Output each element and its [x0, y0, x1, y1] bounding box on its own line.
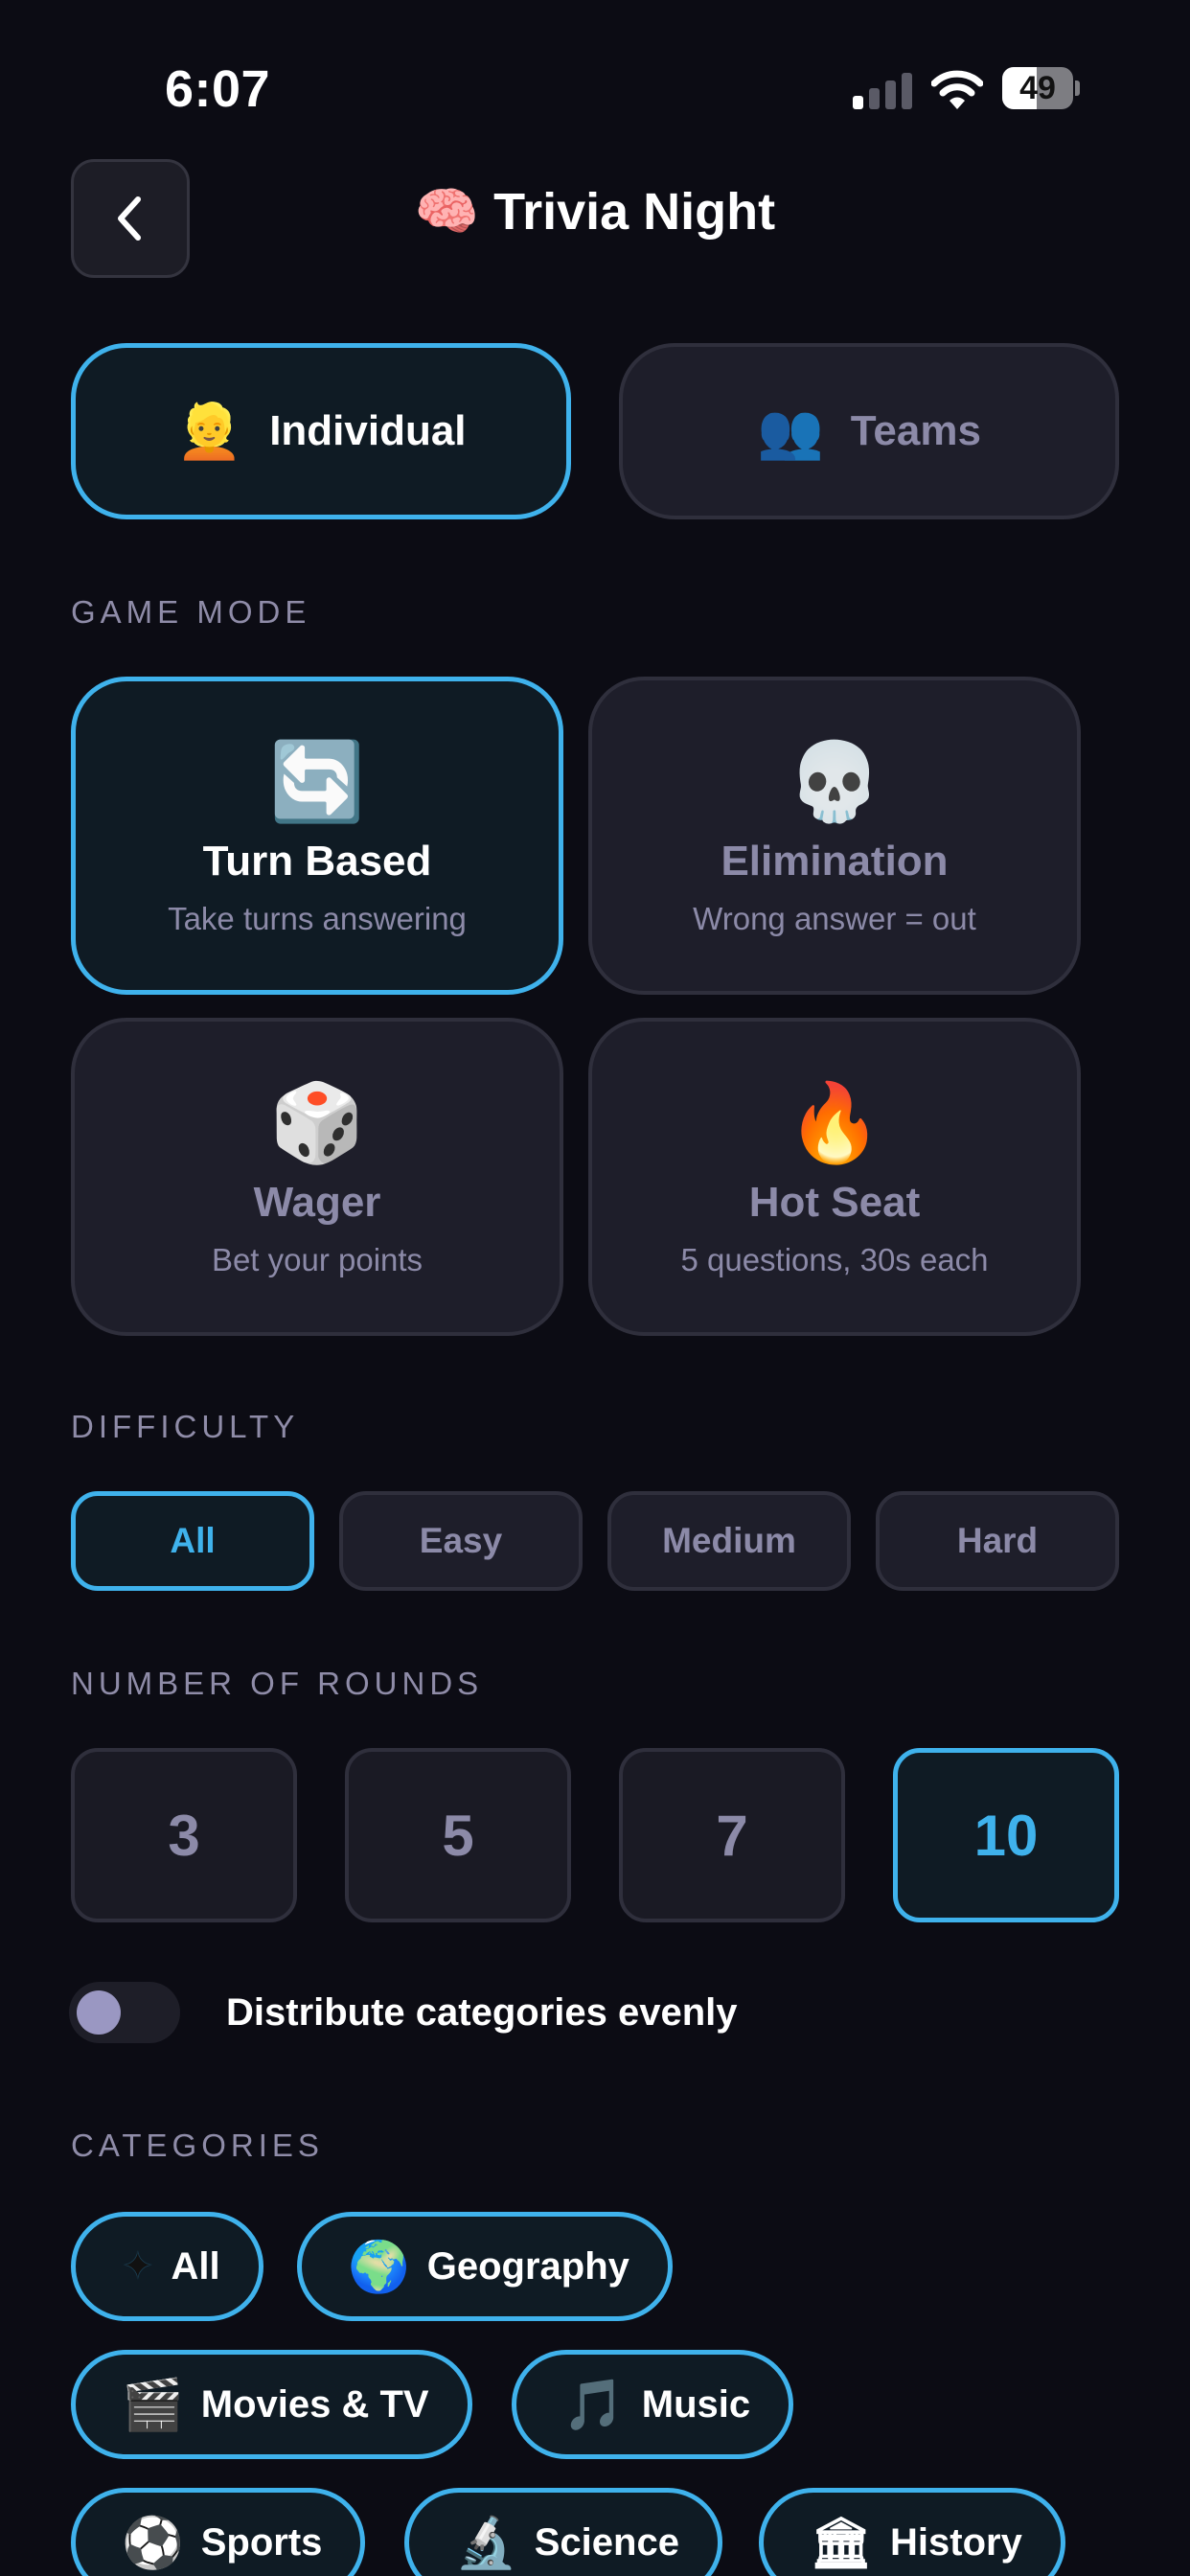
difficulty-medium[interactable]: Medium	[607, 1491, 851, 1591]
category-chip-geography[interactable]: 🌍 Geography	[297, 2212, 673, 2321]
difficulty-label: DIFFICULTY	[71, 1409, 300, 1444]
categories-label: CATEGORIES	[71, 2128, 324, 2163]
category-chip-label: All	[171, 2244, 220, 2288]
battery-percent: 49	[1019, 70, 1056, 106]
category-chip-label: Sports	[200, 2520, 323, 2564]
category-chip-sports[interactable]: ⚽ Sports	[71, 2488, 366, 2576]
wifi-icon	[930, 69, 984, 111]
game-mode-desc: Bet your points	[211, 1242, 423, 1277]
category-chip-label: Movies & TV	[200, 2382, 429, 2426]
person-icon: 👱	[175, 401, 243, 461]
rounds-label: NUMBER OF ROUNDS	[71, 1666, 484, 1701]
game-mode-elimination[interactable]: 💀 Elimination Wrong answer = out	[588, 677, 1081, 995]
category-chip-music[interactable]: 🎵 Music	[512, 2350, 794, 2459]
skull-icon: 💀	[787, 739, 882, 824]
rounds-option-3[interactable]: 3	[71, 1748, 297, 1922]
category-chip-label: Science	[534, 2520, 679, 2564]
battery-icon: 49	[1002, 67, 1080, 109]
page-title: 🧠 Trivia Night	[414, 183, 776, 241]
sparkle-icon: ✦	[122, 2245, 154, 2288]
difficulty-hard[interactable]: Hard	[876, 1491, 1119, 1591]
soccer-ball-icon: ⚽	[122, 2515, 184, 2571]
group-icon: 👥	[757, 401, 824, 461]
rounds-option-5[interactable]: 5	[345, 1748, 571, 1922]
game-mode-name: Hot Seat	[748, 1179, 921, 1226]
distribute-toggle[interactable]	[69, 1982, 180, 2043]
building-icon: 🏛	[810, 2515, 874, 2571]
category-chip-movies-tv[interactable]: 🎬 Movies & TV	[71, 2350, 472, 2459]
tab-individual-label: Individual	[269, 407, 467, 454]
tab-teams-label: Teams	[850, 407, 981, 454]
category-chip-label: History	[890, 2520, 1022, 2564]
cellular-signal-icon	[853, 73, 914, 109]
microscope-icon: 🔬	[455, 2515, 517, 2571]
rounds-option-10[interactable]: 10	[893, 1748, 1119, 1922]
game-mode-desc: Wrong answer = out	[693, 901, 976, 936]
difficulty-all[interactable]: All	[71, 1491, 314, 1591]
rounds-option-7[interactable]: 7	[619, 1748, 845, 1922]
tab-teams[interactable]: 👥 Teams	[619, 343, 1119, 519]
difficulty-easy[interactable]: Easy	[339, 1491, 583, 1591]
category-chip-history[interactable]: 🏛 History	[759, 2488, 1065, 2576]
game-mode-name: Turn Based	[202, 838, 432, 885]
globe-icon: 🌍	[348, 2239, 410, 2295]
game-mode-hot-seat[interactable]: 🔥 Hot Seat 5 questions, 30s each	[588, 1018, 1081, 1336]
game-mode-name: Elimination	[721, 838, 949, 885]
category-chip-label: Geography	[426, 2244, 629, 2288]
game-mode-desc: Take turns answering	[168, 901, 467, 936]
fire-icon: 🔥	[787, 1080, 882, 1165]
category-chip-label: Music	[641, 2382, 751, 2426]
game-mode-name: Wager	[253, 1179, 381, 1226]
category-chip-science[interactable]: 🔬 Science	[404, 2488, 722, 2576]
tab-individual[interactable]: 👱 Individual	[71, 343, 571, 519]
game-mode-desc: 5 questions, 30s each	[680, 1242, 989, 1277]
game-mode-turn-based[interactable]: 🔄 Turn Based Take turns answering	[71, 677, 563, 995]
game-mode-label: GAME MODE	[71, 594, 311, 630]
toggle-knob	[77, 1990, 121, 2035]
status-time: 6:07	[165, 60, 271, 118]
distribute-toggle-label: Distribute categories evenly	[226, 1991, 738, 2034]
music-note-icon: 🎵	[562, 2377, 625, 2433]
dice-icon: 🎲	[269, 1080, 365, 1165]
clapperboard-icon: 🎬	[122, 2377, 184, 2433]
category-chip-all[interactable]: ✦ All	[71, 2212, 263, 2321]
game-mode-wager[interactable]: 🎲 Wager Bet your points	[71, 1018, 563, 1336]
refresh-icon: 🔄	[269, 739, 365, 824]
